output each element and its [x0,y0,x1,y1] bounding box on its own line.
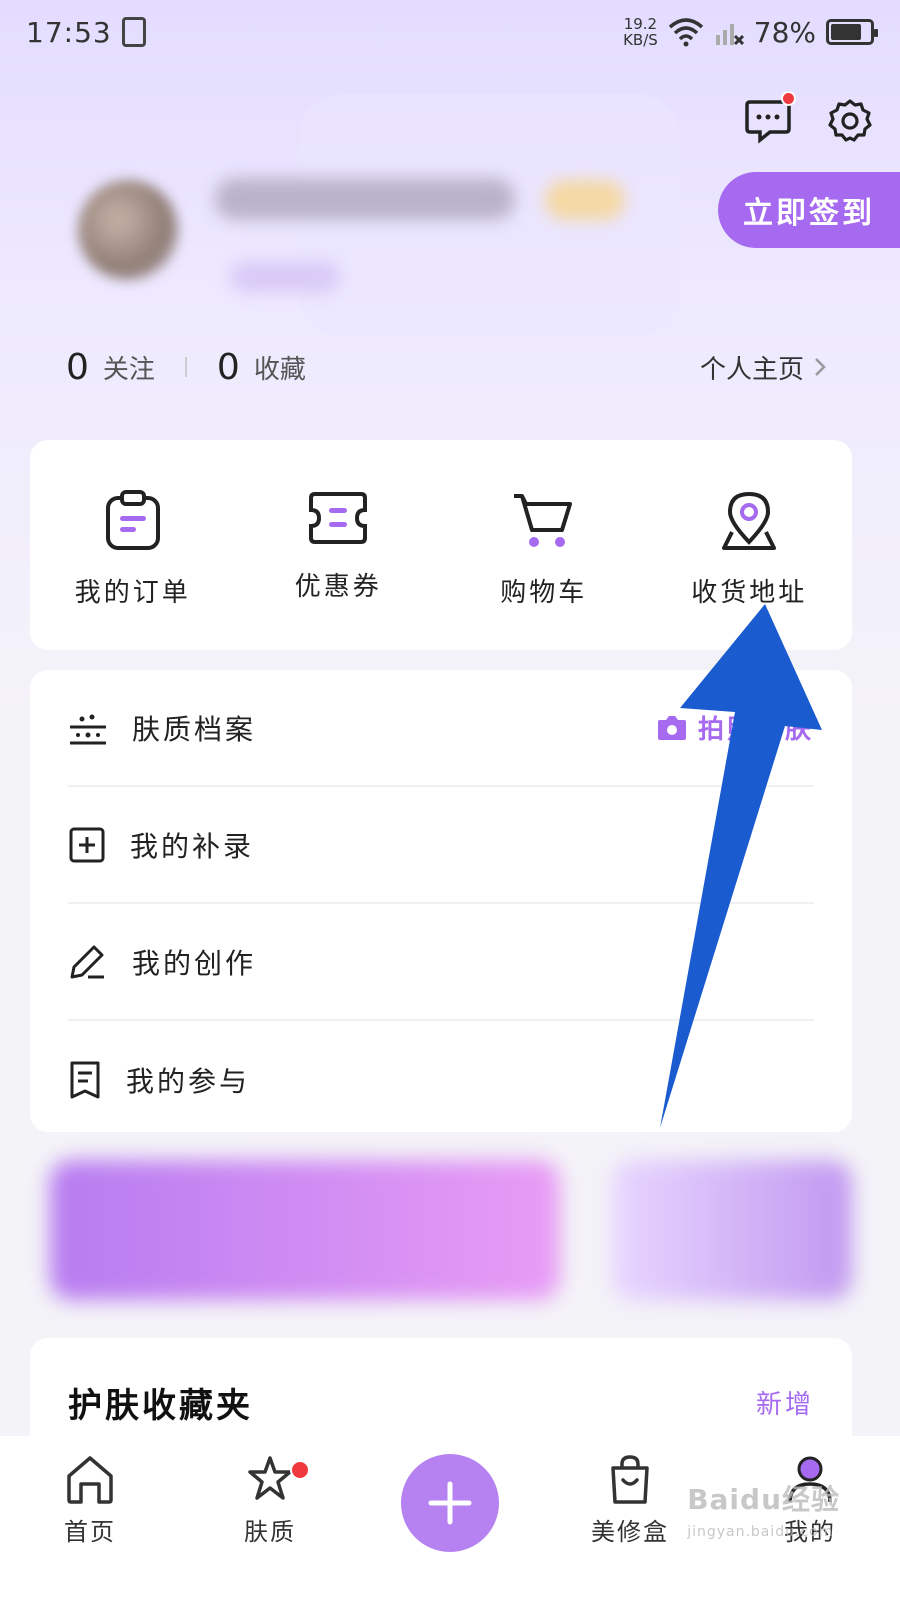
tab-post[interactable] [360,1454,540,1552]
status-bar: 17:53 19.2 KB/S 78% [0,0,900,64]
favorites-title: 护肤收藏夹 [68,1386,253,1426]
menu-item-skin-profile[interactable]: 肤质档案 拍照测肤 [68,670,814,787]
promo-banner[interactable] [50,1160,560,1300]
vibrate-icon [121,17,146,47]
signin-button[interactable]: 立即签到 [718,172,900,248]
tab-label: 肤质 [244,1518,296,1546]
menu-item-label: 我的补录 [130,829,255,863]
quick-action-cart[interactable]: 购物车 [441,440,647,650]
bookmark-doc-icon [70,1061,100,1098]
status-right: 19.2 KB/S 78% [623,15,878,49]
level-badge-blurred [545,180,625,220]
profile-tag-blurred [230,262,340,292]
follow-count[interactable]: 0 [66,347,89,388]
homepage-label: 个人主页 [699,354,804,385]
top-actions [742,91,876,147]
tab-skin[interactable]: 肤质 [180,1454,360,1547]
create-post-button[interactable] [401,1454,499,1552]
divider [184,357,187,377]
skin-star-icon [248,1456,292,1500]
settings-button[interactable] [824,95,876,147]
chevron-right-icon [815,358,826,376]
home-icon [67,1456,113,1504]
battery-percent: 78% [753,15,816,49]
gear-icon [828,99,872,142]
profile-stats: 0 关注 0 收藏 个人主页 [66,345,826,389]
notification-dot [290,1460,310,1480]
quick-action-label: 优惠券 [294,572,382,602]
order-icon [105,490,160,550]
username-blurred [215,178,515,220]
photo-skin-test-label: 拍照测肤 [697,715,814,745]
quick-action-label: 购物车 [500,578,588,608]
avatar[interactable] [78,180,178,280]
watermark: Baidu经验 jingyan.baidu.com [687,1478,840,1540]
message-button[interactable] [742,91,796,147]
quick-action-label: 收货地址 [691,578,808,608]
menu-item-label: 我的创作 [132,946,257,980]
menu-item-my-creations[interactable]: 我的创作 [68,904,814,1021]
collect-count[interactable]: 0 [217,347,240,388]
quick-action-address[interactable]: 收货地址 [647,440,853,650]
menu-item-my-participation[interactable]: 我的参与 [68,1021,814,1138]
bag-icon [611,1455,649,1504]
homepage-link[interactable]: 个人主页 [700,349,826,386]
wifi-icon [668,18,703,47]
network-speed-value: 19.2 [623,15,658,33]
tab-label: 美修盒 [591,1518,669,1546]
status-time: 17:53 [26,15,112,49]
signal-icon [715,24,744,46]
location-icon [722,491,777,550]
watermark-url: jingyan.baidu.com [687,1524,834,1540]
network-speed: 19.2 KB/S [623,16,658,48]
quick-action-coupons[interactable]: 优惠券 [236,440,442,650]
collect-label[interactable]: 收藏 [254,349,306,386]
quick-action-label: 我的订单 [74,578,191,608]
menu-item-label: 我的参与 [126,1064,251,1098]
promo-banner-secondary[interactable] [612,1160,852,1300]
pencil-icon [70,945,104,978]
menu-item-my-supplements[interactable]: 我的补录 [68,787,814,904]
menu-item-label: 肤质档案 [132,712,257,746]
plus-icon [428,1481,472,1525]
network-speed-unit: KB/S [623,31,658,49]
quick-actions-card: 我的订单 优惠券 购物车 收货地址 [30,440,852,650]
tab-label: 首页 [64,1518,116,1546]
quick-action-orders[interactable]: 我的订单 [30,440,236,650]
watermark-brand: Baidu经验 [687,1483,840,1516]
menu-card: 肤质档案 拍照测肤 我的补录 我的创作 我的参与 [30,670,852,1132]
skin-profile-icon [70,714,106,744]
favorites-add-button[interactable]: 新增 [756,1384,814,1421]
cart-icon [513,494,572,547]
follow-label[interactable]: 关注 [103,349,155,386]
add-square-icon [69,827,105,862]
notification-dot [781,91,796,106]
battery-icon [826,19,878,45]
coupon-icon [309,492,368,544]
tab-home[interactable]: 首页 [0,1454,180,1547]
photo-skin-test-button[interactable]: 拍照测肤 [656,709,814,746]
camera-icon [657,715,686,740]
